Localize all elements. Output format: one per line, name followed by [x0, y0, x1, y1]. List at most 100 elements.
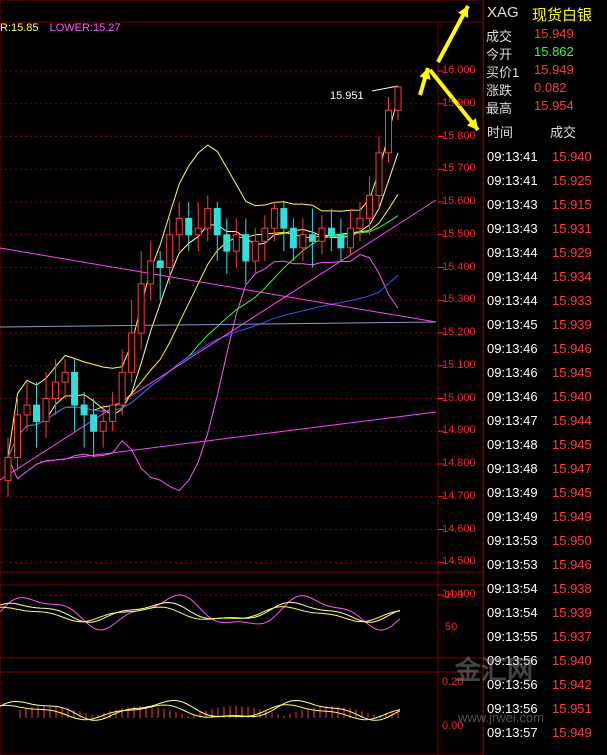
tick-price: 15.949	[552, 725, 592, 740]
indicator-lines	[0, 85, 437, 492]
ma40	[7, 275, 399, 458]
ma5	[7, 152, 399, 458]
quote-value: 0.082	[534, 80, 567, 95]
tick-time: 09:13:47	[487, 413, 538, 428]
tick-time: 09:13:43	[487, 221, 538, 236]
candle	[156, 260, 164, 269]
trend-line-base	[39, 411, 437, 463]
price-axis-label: 14.500	[442, 555, 476, 568]
candle	[128, 332, 136, 373]
candle	[23, 404, 31, 416]
price-axis-label: 15.400	[442, 260, 476, 273]
tick-time: 09:13:49	[487, 509, 538, 524]
candle	[280, 208, 288, 229]
tick-time: 09:13:46	[487, 389, 538, 404]
tick-time: 09:13:45	[487, 317, 538, 332]
tick-price: 15.945	[552, 485, 592, 500]
candle	[337, 234, 345, 249]
price-axis-label: 14.700	[442, 489, 476, 502]
tick-time: 09:13:49	[487, 485, 538, 500]
tick-price: 15.915	[552, 197, 592, 212]
trend-line-up	[0, 199, 437, 481]
price-axis-label: 15.300	[442, 293, 476, 306]
ticks-header-time: 时间	[487, 125, 514, 140]
candle	[356, 217, 364, 229]
tick-price: 15.929	[552, 245, 592, 260]
candle	[375, 152, 383, 196]
quote-label: 最高	[486, 101, 513, 116]
tick-price: 15.944	[552, 413, 592, 428]
tick-price: 15.940	[552, 389, 592, 404]
candle	[289, 227, 297, 249]
candle	[242, 234, 250, 262]
candle	[223, 234, 231, 252]
tick-time: 09:13:44	[487, 293, 538, 308]
candle	[204, 208, 212, 229]
price-axis-label: 15.100	[442, 358, 476, 371]
tick-price: 15.942	[552, 677, 592, 692]
price-axis-label: 15.500	[442, 227, 476, 240]
price-axis-label: 14.900	[442, 424, 476, 437]
quote-value: 15.954	[534, 98, 574, 113]
candle	[14, 414, 22, 458]
candle	[90, 414, 98, 432]
quote-label: 买价1	[486, 65, 520, 80]
tick-price: 15.937	[552, 629, 592, 644]
tick-price: 15.951	[552, 701, 592, 716]
ma20	[7, 215, 399, 458]
quote-value: 15.949	[534, 62, 574, 77]
ticks-header-price: 成交	[550, 125, 577, 140]
symbol-name: 现货白银	[532, 7, 593, 24]
tick-time: 09:13:54	[487, 605, 538, 620]
tick-price: 15.946	[552, 557, 592, 572]
candle	[61, 371, 69, 383]
tick-price: 15.933	[552, 293, 592, 308]
candle	[384, 109, 392, 154]
price-axis-label: 14.600	[442, 522, 476, 535]
quote-label: 成交	[486, 29, 513, 44]
candle	[33, 404, 41, 422]
candle	[327, 227, 335, 236]
price-tag: 15.951	[330, 90, 364, 102]
watermark-url: www.jrwei.com	[458, 710, 544, 725]
candle	[80, 404, 88, 416]
symbol-code: XAG	[487, 4, 519, 21]
candle	[251, 240, 259, 262]
candle	[270, 208, 278, 229]
tick-price: 15.949	[552, 509, 592, 524]
tick-time: 09:13:46	[487, 365, 538, 380]
candles	[4, 86, 402, 497]
bollinger-legend: R:15.85 LOWER:15.27	[0, 22, 121, 34]
tick-price: 15.946	[552, 341, 592, 356]
candle	[308, 234, 316, 242]
candle	[365, 194, 373, 219]
price-axis-label: 14.800	[442, 457, 476, 469]
price-axis-label: 15.700	[442, 162, 476, 175]
candle	[394, 86, 402, 111]
quote-label: 今开	[486, 47, 513, 62]
price-axis-label: 15.200	[442, 326, 476, 338]
boll-upper	[7, 96, 399, 458]
tick-price: 15.939	[552, 317, 592, 332]
candle	[194, 227, 202, 236]
candle	[299, 234, 307, 249]
legend-mid: R:15.85	[0, 22, 39, 34]
tick-price: 15.925	[552, 173, 592, 188]
tick-price: 15.934	[552, 269, 592, 284]
candle	[42, 398, 50, 422]
tick-price: 15.931	[552, 221, 592, 236]
tick-time: 09:13:57	[487, 725, 538, 740]
candle	[4, 456, 12, 481]
sub-axis-label: 100	[445, 589, 464, 601]
tick-time: 09:13:41	[487, 149, 538, 164]
candle	[147, 260, 155, 285]
tick-price: 15.945	[552, 365, 592, 380]
tick-time: 09:13:46	[487, 341, 538, 356]
candle	[166, 234, 174, 268]
sub-axis-label: 50	[445, 621, 458, 633]
tick-price: 15.947	[552, 461, 592, 476]
candle	[137, 283, 145, 334]
quote-panel: XAG 现货白银 成交 15.949 今开 15.862 买价1 15.949 涨跌 0.08…	[483, 0, 607, 755]
tick-time: 09:13:55	[487, 629, 538, 644]
tick-price: 15.940	[552, 149, 592, 164]
